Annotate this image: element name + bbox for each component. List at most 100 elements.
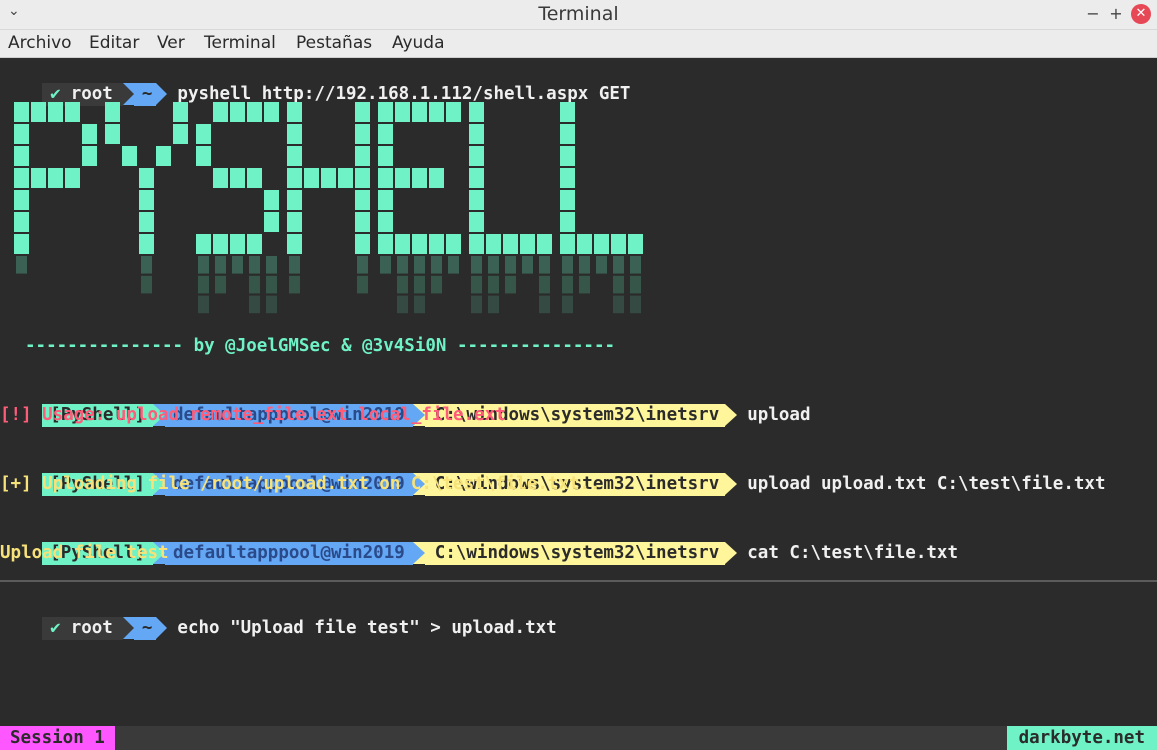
banner-pixel	[48, 102, 63, 122]
command-text: cat C:\test\file.txt	[747, 543, 958, 563]
banner-pixel	[14, 124, 29, 144]
banner-drip	[249, 275, 260, 294]
session-tab[interactable]: Session 1	[0, 726, 115, 750]
banner-pixel	[560, 102, 575, 122]
banner-pixel	[560, 212, 575, 232]
banner-pixel	[105, 102, 120, 122]
banner-pixel	[287, 234, 302, 254]
banner-pixel	[82, 146, 97, 166]
banner-pixel	[469, 124, 484, 144]
pyshell-prompt: [PyShell] defaultapppool@win2019 C:\window…	[0, 450, 1106, 496]
banner-drip	[215, 256, 226, 274]
banner-drip	[397, 295, 408, 314]
banner-pixel	[230, 102, 245, 122]
banner-pixel	[287, 168, 302, 188]
banner-drip	[505, 275, 516, 294]
banner-pixel	[139, 212, 154, 232]
output-line: [+] Uploading file /root/upload.txt on C…	[0, 474, 601, 494]
banner-drip	[630, 295, 641, 314]
banner-drip	[630, 275, 641, 294]
banner-drip	[357, 275, 368, 294]
banner-pixel	[560, 124, 575, 144]
banner-pixel	[355, 146, 370, 166]
banner-pixel	[378, 190, 393, 210]
menu-terminal[interactable]: Terminal	[204, 33, 276, 53]
command-text: echo "Upload file test" > upload.txt	[177, 618, 557, 638]
banner-pixel	[412, 102, 427, 122]
banner-drip	[522, 256, 533, 274]
banner-pixel	[429, 102, 444, 122]
banner-pixel	[560, 146, 575, 166]
banner-drip	[414, 256, 425, 274]
banner-pixel	[264, 190, 279, 210]
prompt-dir: ~	[133, 617, 157, 640]
menu-ayuda[interactable]: Ayuda	[392, 33, 445, 53]
banner-drip	[249, 256, 260, 274]
banner-drip	[471, 275, 482, 294]
banner-drip	[249, 295, 260, 314]
banner-pixel	[395, 168, 410, 188]
banner-pixel	[287, 212, 302, 232]
banner-tagline: --------------- by @JoelGMSec & @3v4Si0N…	[25, 336, 616, 356]
banner-pixel	[156, 146, 171, 166]
banner-pixel	[412, 234, 427, 254]
banner-drip	[562, 295, 573, 314]
output-line: [!] Usage: upload remote_file.ext local_…	[0, 405, 506, 425]
banner-drip	[431, 256, 442, 274]
banner-pixel	[247, 102, 262, 122]
banner-pixel	[378, 234, 393, 254]
banner-pixel	[355, 234, 370, 254]
banner-drip	[414, 295, 425, 314]
banner-pixel	[287, 146, 302, 166]
banner-pixel	[264, 212, 279, 232]
banner-pixel	[378, 212, 393, 232]
banner-drip	[198, 256, 209, 274]
banner-drip	[448, 256, 459, 274]
prompt-user: root	[64, 617, 123, 640]
banner-drip	[488, 275, 499, 294]
banner-pixel	[378, 102, 393, 122]
banner-drip	[266, 295, 277, 314]
banner-drip	[488, 295, 499, 314]
banner-drip	[232, 256, 243, 274]
banner-pixel	[469, 146, 484, 166]
shell-prompt: ✔ root ~ pyshell http://192.168.1.112/shell…	[0, 60, 630, 106]
minimize-button[interactable]: −	[1083, 4, 1103, 24]
banner-drip	[414, 275, 425, 294]
banner-pixel	[469, 190, 484, 210]
banner-pixel	[560, 234, 575, 254]
banner-drip	[539, 275, 550, 294]
banner-pixel	[304, 168, 319, 188]
banner-pixel	[122, 146, 137, 166]
banner-pixel	[378, 124, 393, 144]
banner-drip	[539, 295, 550, 314]
close-button[interactable]: ✕	[1131, 4, 1151, 24]
maximize-button[interactable]: +	[1106, 4, 1126, 24]
terminal-area[interactable]: ✔ root ~ pyshell http://192.168.1.112/shell…	[0, 58, 1157, 726]
menu-archivo[interactable]: Archivo	[8, 33, 72, 53]
banner-drip	[16, 256, 27, 274]
banner-pixel	[287, 190, 302, 210]
banner-drip	[431, 275, 442, 294]
banner-pixel	[173, 124, 188, 144]
banner-pixel	[230, 168, 245, 188]
menu-editar[interactable]: Editar	[89, 33, 139, 53]
output-line: Upload file test	[0, 543, 169, 563]
menu-pestanas[interactable]: Pestañas	[296, 33, 372, 53]
banner-pixel	[395, 102, 410, 122]
status-site: darkbyte.net	[1006, 726, 1157, 750]
banner-pixel	[355, 212, 370, 232]
menu-ver[interactable]: Ver	[157, 33, 185, 53]
banner-drip	[539, 256, 550, 274]
banner-pixel	[14, 212, 29, 232]
banner-pixel	[14, 146, 29, 166]
banner-drip	[289, 256, 300, 274]
banner-pixel	[395, 234, 410, 254]
banner-drip	[488, 256, 499, 274]
banner-pixel	[355, 168, 370, 188]
banner-pixel	[139, 168, 154, 188]
banner-drip	[505, 256, 516, 274]
banner-drip	[579, 256, 590, 274]
divider	[0, 580, 1157, 582]
banner-drip	[141, 256, 152, 274]
